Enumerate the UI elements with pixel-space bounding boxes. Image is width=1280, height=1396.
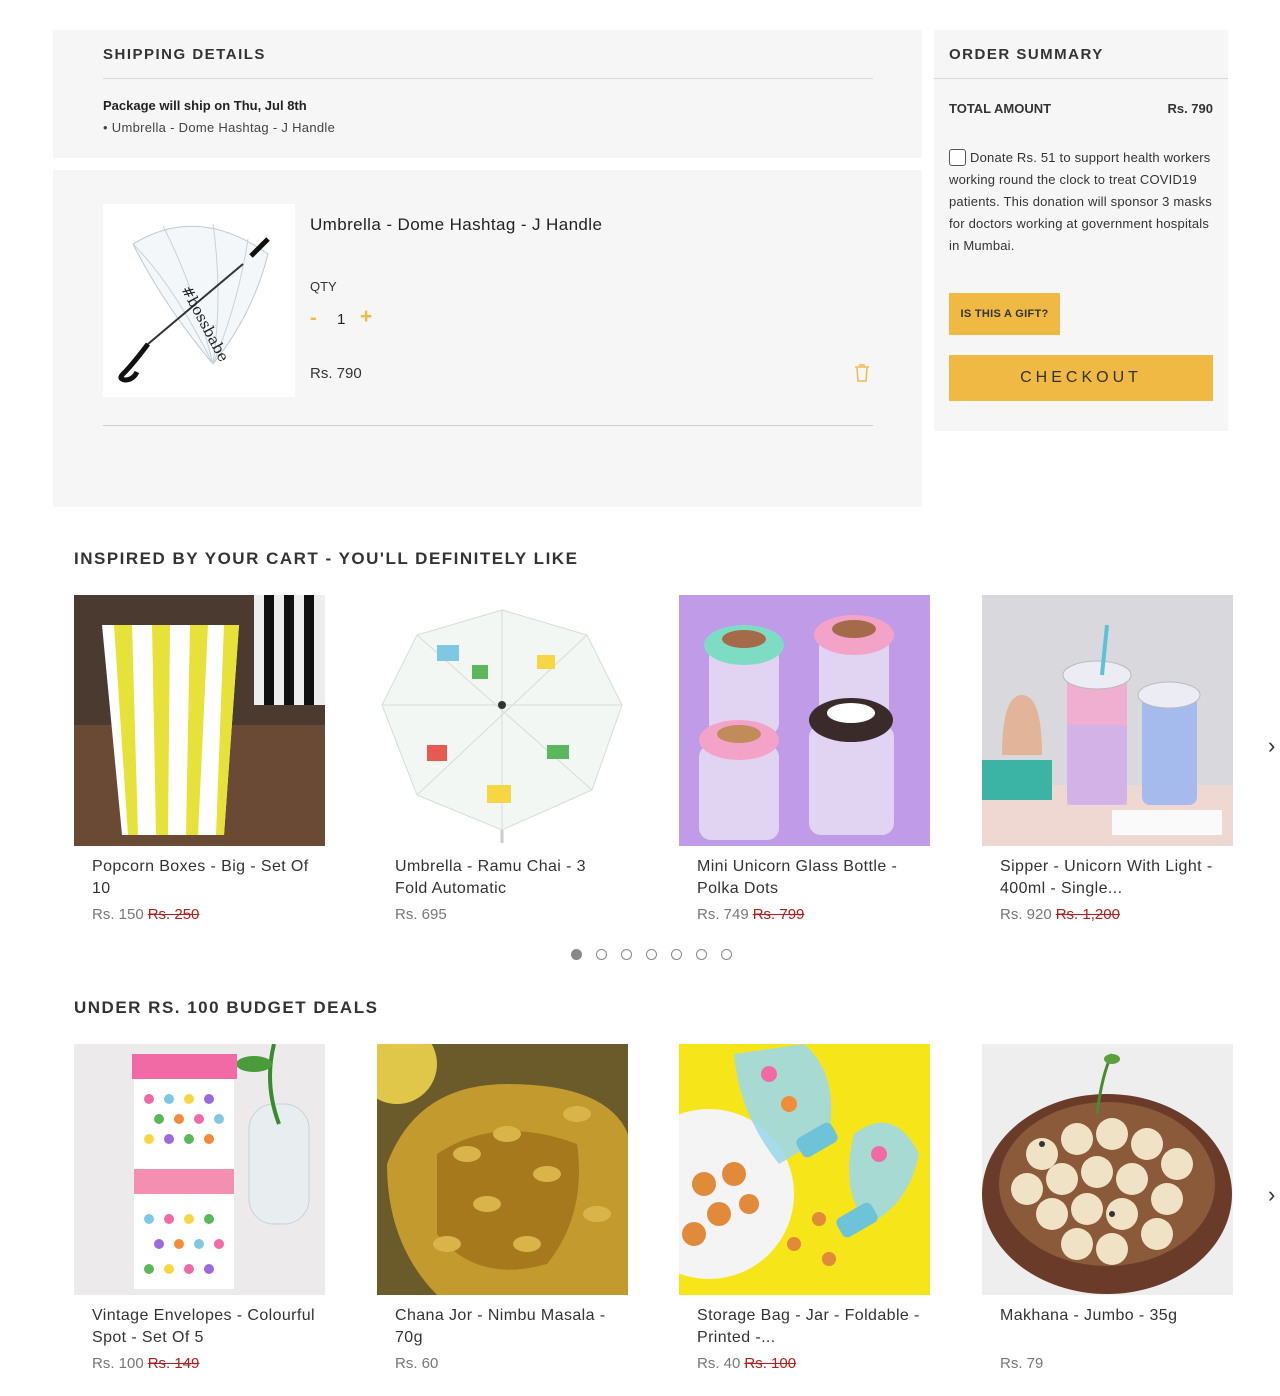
cart-panel: #bossbabe Umbrella - Dome Hashtag - J Ha… <box>53 170 922 507</box>
total-amount-label: TOTAL AMOUNT <box>949 101 1052 116</box>
product-price: Rs. 100 Rs. 149 <box>92 1355 200 1372</box>
carousel-dot[interactable] <box>671 949 682 960</box>
checkout-button[interactable]: CHECKOUT <box>949 355 1213 401</box>
qty-increase-button[interactable]: + <box>360 306 372 327</box>
order-summary-panel: ORDER SUMMARY TOTAL AMOUNT Rs. 790 Donat… <box>934 30 1228 431</box>
order-summary-title: ORDER SUMMARY <box>949 46 1104 63</box>
ship-date: Package will ship on Thu, Jul 8th <box>103 98 307 113</box>
product-name[interactable]: Storage Bag - Jar - Foldable - Printed -… <box>697 1305 922 1349</box>
shipping-details-title: SHIPPING DETAILS <box>103 46 266 63</box>
product-image[interactable] <box>74 1044 325 1295</box>
carousel-dot[interactable] <box>696 949 707 960</box>
divider <box>103 78 873 79</box>
total-amount-value: Rs. 790 <box>1167 101 1213 116</box>
product-card[interactable]: Umbrella - Ramu Chai - 3 Fold Automatic … <box>377 595 628 925</box>
product-price: Rs. 79 <box>1000 1355 1044 1372</box>
gift-button[interactable]: IS THIS A GIFT? <box>949 293 1060 335</box>
product-image[interactable] <box>377 1044 628 1295</box>
product-price: Rs. 60 <box>395 1355 439 1372</box>
product-price: Rs. 695 <box>395 906 447 923</box>
cart-item-image[interactable]: #bossbabe <box>103 204 295 397</box>
carousel-dot[interactable] <box>721 949 732 960</box>
product-name[interactable]: Vintage Envelopes - Colourful Spot - Set… <box>92 1305 317 1349</box>
product-name[interactable]: Umbrella - Ramu Chai - 3 Fold Automatic <box>395 856 620 900</box>
donate-text: Donate Rs. 51 to support health workers … <box>949 150 1212 253</box>
product-old-price: Rs. 1,200 <box>1055 906 1120 923</box>
budget-section-title: UNDER RS. 100 BUDGET DEALS <box>74 998 379 1017</box>
product-old-price: Rs. 250 <box>147 906 200 923</box>
product-name[interactable]: Makhana - Jumbo - 35g <box>1000 1305 1225 1327</box>
product-image[interactable] <box>377 595 628 846</box>
product-old-price: Rs. 100 <box>744 1355 797 1372</box>
divider <box>103 425 873 426</box>
product-image[interactable] <box>74 595 325 846</box>
carousel-dot[interactable] <box>646 949 657 960</box>
cart-item-name[interactable]: Umbrella - Dome Hashtag - J Handle <box>310 215 602 235</box>
carousel-dot[interactable] <box>621 949 632 960</box>
product-name[interactable]: Sipper - Unicorn With Light - 400ml - Si… <box>1000 856 1225 900</box>
product-card[interactable]: Storage Bag - Jar - Foldable - Printed -… <box>679 1044 930 1374</box>
product-price: Rs. 40 Rs. 100 <box>697 1355 797 1372</box>
product-name[interactable]: Chana Jor - Nimbu Masala - 70g <box>395 1305 620 1349</box>
product-name[interactable]: Popcorn Boxes - Big - Set Of 10 <box>92 856 317 900</box>
product-card[interactable]: Vintage Envelopes - Colourful Spot - Set… <box>74 1044 325 1374</box>
product-card[interactable]: Popcorn Boxes - Big - Set Of 10 Rs. 150 R… <box>74 595 325 925</box>
qty-label: QTY <box>310 279 337 294</box>
carousel-dot[interactable] <box>571 949 582 960</box>
shipping-details-panel: SHIPPING DETAILS Package will ship on Th… <box>53 30 922 158</box>
product-image[interactable] <box>679 1044 930 1295</box>
trash-icon[interactable] <box>853 363 871 383</box>
donation-option: Donate Rs. 51 to support health workers … <box>949 147 1213 257</box>
qty-decrease-button[interactable]: - <box>310 308 317 328</box>
product-image[interactable] <box>982 1044 1233 1295</box>
cart-item-price: Rs. 790 <box>310 365 362 382</box>
product-image[interactable] <box>982 595 1233 846</box>
carousel-dot[interactable] <box>596 949 607 960</box>
product-price: Rs. 150 Rs. 250 <box>92 906 200 923</box>
ship-item: • Umbrella - Dome Hashtag - J Handle <box>103 120 336 135</box>
carousel-next-icon[interactable]: › <box>1268 733 1275 759</box>
carousel-next-icon[interactable]: › <box>1268 1182 1275 1208</box>
product-card[interactable]: Makhana - Jumbo - 35g Rs. 79 <box>982 1044 1233 1374</box>
product-card[interactable]: Mini Unicorn Glass Bottle - Polka Dots R… <box>679 595 930 925</box>
product-card[interactable]: Sipper - Unicorn With Light - 400ml - Si… <box>982 595 1233 925</box>
qty-value: 1 <box>337 311 346 328</box>
product-name[interactable]: Mini Unicorn Glass Bottle - Polka Dots <box>697 856 922 900</box>
inspired-section-title: INSPIRED BY YOUR CART - YOU'LL DEFINITEL… <box>74 549 579 568</box>
donate-checkbox[interactable] <box>949 149 966 166</box>
product-old-price: Rs. 149 <box>147 1355 200 1372</box>
divider <box>934 78 1228 79</box>
product-price: Rs. 920 Rs. 1,200 <box>1000 906 1120 923</box>
product-card[interactable]: Chana Jor - Nimbu Masala - 70g Rs. 60 <box>377 1044 628 1374</box>
product-old-price: Rs. 799 <box>752 906 805 923</box>
product-image[interactable] <box>679 595 930 846</box>
product-price: Rs. 749 Rs. 799 <box>697 906 805 923</box>
